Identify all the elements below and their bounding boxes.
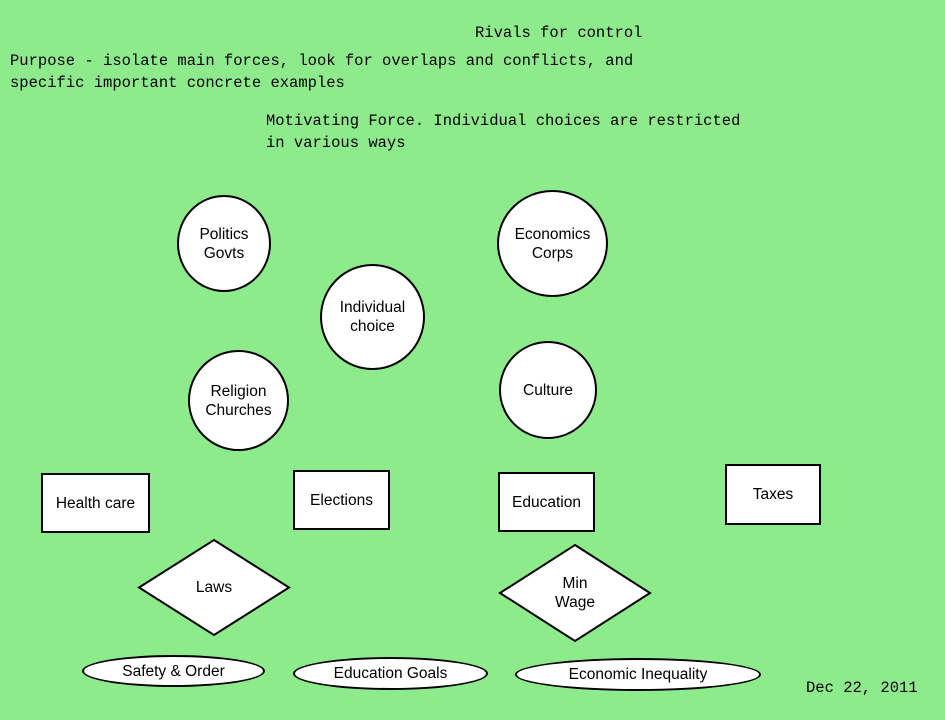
node-education-goals-label: Education Goals (333, 665, 448, 682)
node-economic-inequality-label: Economic Inequality (568, 666, 708, 683)
node-religion-churches-label: Religion Churches (203, 382, 273, 420)
date-stamp: Dec 22, 2011 (806, 679, 918, 697)
node-individual-choice-line1: Individual (339, 299, 406, 316)
node-safety-order-label: Safety & Order (122, 662, 225, 680)
node-politics-govts-line1: Politics (199, 225, 249, 243)
node-religion-churches[interactable]: Religion Churches (188, 350, 289, 451)
node-taxes[interactable]: Taxes (725, 464, 821, 525)
node-min-wage[interactable]: Min Wage (498, 543, 652, 643)
node-culture-label: Culture (523, 381, 573, 399)
min-wage-diamond-shape (498, 543, 652, 643)
node-health-care[interactable]: Health care (41, 473, 150, 533)
motivating-force-line-2: in various ways (266, 134, 406, 152)
node-individual-choice-line2: choice (350, 318, 395, 335)
node-education-label: Education (512, 493, 581, 511)
node-economics-corps-line2: Corps (531, 244, 574, 262)
laws-diamond-shape (137, 538, 291, 637)
node-health-care-label: Health care (55, 494, 136, 512)
node-culture[interactable]: Culture (499, 341, 597, 439)
node-safety-order[interactable]: Safety & Order (82, 655, 265, 687)
node-economic-inequality[interactable]: Economic Inequality (515, 658, 761, 691)
node-economics-corps-line1: Economics (514, 225, 591, 243)
node-politics-govts-label: Politics Govts (197, 225, 250, 263)
node-laws[interactable]: Laws (137, 538, 291, 637)
node-education[interactable]: Education (498, 472, 595, 532)
node-religion-churches-line2: Churches (205, 401, 272, 419)
node-individual-choice-label: Individual choice (338, 298, 408, 336)
diagram-canvas: Rivals for control Purpose - isolate mai… (0, 0, 945, 720)
node-politics-govts[interactable]: Politics Govts (177, 195, 271, 292)
node-economics-corps-label: Economics Corps (513, 225, 593, 263)
purpose-line-1: Purpose - isolate main forces, look for … (10, 52, 634, 70)
purpose-line-2: specific important concrete examples (10, 74, 345, 92)
node-politics-govts-line2: Govts (203, 244, 245, 262)
node-religion-churches-line1: Religion (210, 382, 267, 400)
node-economics-corps[interactable]: Economics Corps (497, 190, 608, 297)
node-individual-choice[interactable]: Individual choice (320, 264, 425, 370)
node-education-goals[interactable]: Education Goals (293, 657, 488, 690)
motivating-force-line-1: Motivating Force. Individual choices are… (266, 112, 741, 130)
page-title: Rivals for control (475, 24, 643, 42)
node-taxes-label: Taxes (752, 486, 794, 503)
node-elections[interactable]: Elections (293, 470, 390, 530)
node-elections-label: Elections (310, 491, 373, 509)
